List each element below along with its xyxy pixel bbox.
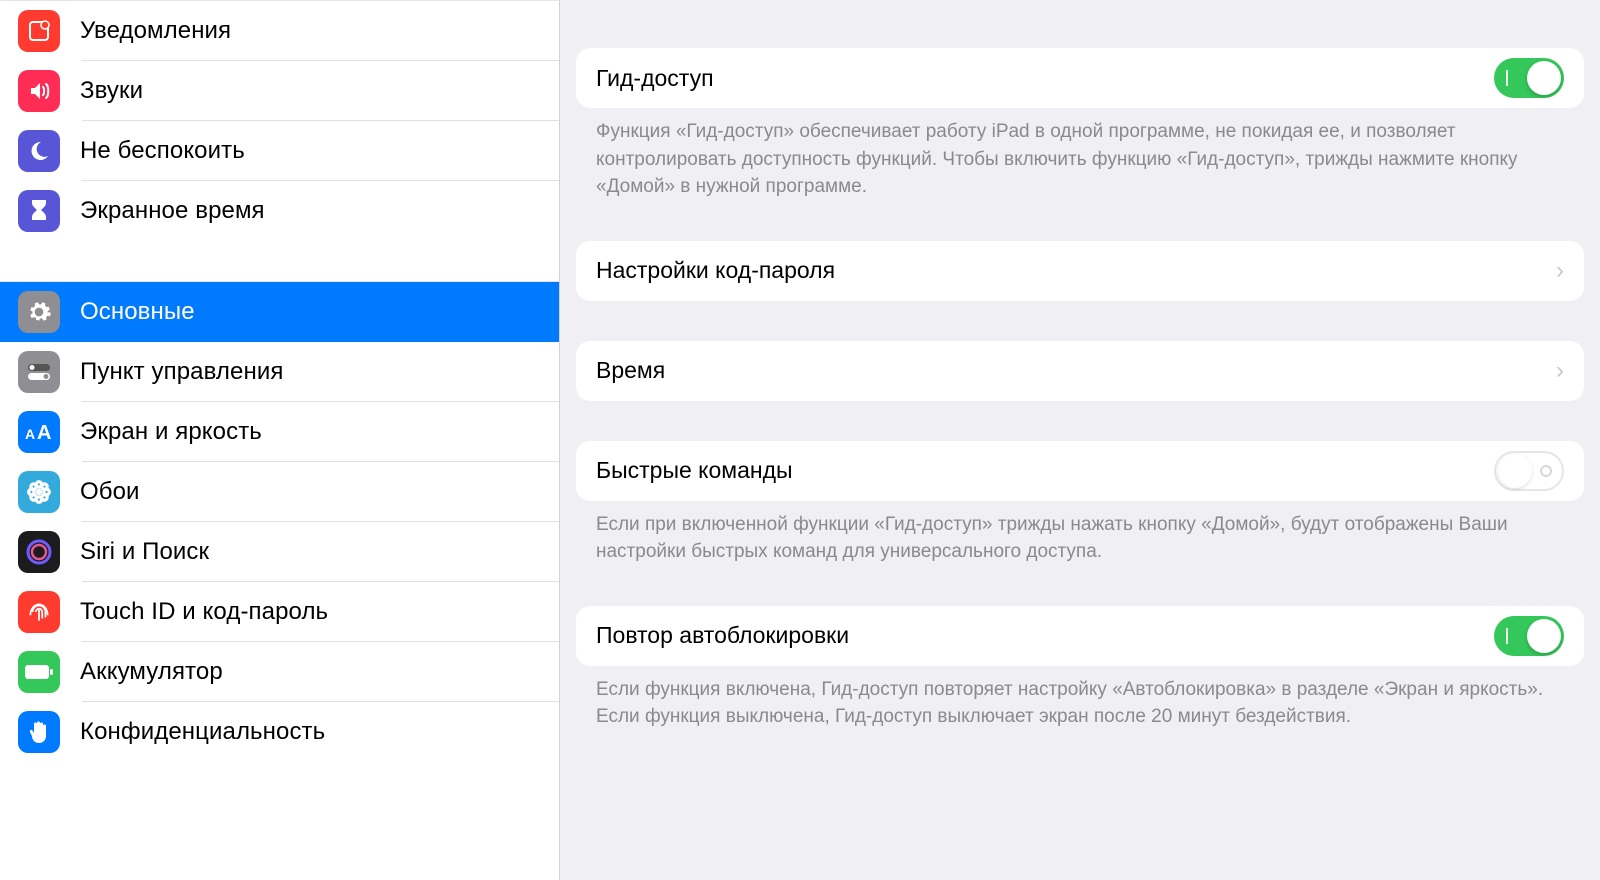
group-time: Время ›	[576, 341, 1584, 401]
row-time-limits[interactable]: Время ›	[576, 341, 1584, 401]
sidebar-item-label: Обои	[80, 478, 140, 506]
row-mirror-autolock[interactable]: Повтор автоблокировки	[576, 606, 1584, 666]
chevron-right-icon: ›	[1556, 357, 1564, 385]
hand-icon	[18, 711, 60, 753]
toggle-mirror-autolock[interactable]	[1494, 616, 1564, 656]
toggle-accessibility-shortcut[interactable]	[1494, 451, 1564, 491]
sounds-icon	[18, 70, 60, 112]
row-label: Быстрые команды	[596, 457, 1494, 484]
row-label: Настройки код-пароля	[596, 257, 1556, 284]
svg-text:A: A	[37, 422, 51, 442]
sidebar-item-label: Основные	[80, 298, 195, 326]
sidebar-item-label: Звуки	[80, 77, 143, 105]
row-accessibility-shortcut[interactable]: Быстрые команды	[576, 441, 1584, 501]
sidebar-item-label: Не беспокоить	[80, 137, 245, 165]
sidebar-item-display[interactable]: AA Экран и яркость	[0, 402, 559, 462]
svg-text:A: A	[25, 426, 35, 442]
fingerprint-icon	[18, 591, 60, 633]
sidebar-item-dnd[interactable]: Не беспокоить	[0, 121, 559, 181]
gear-icon	[18, 291, 60, 333]
toggles-icon	[18, 351, 60, 393]
sidebar-group-1: Уведомления Звуки Не беспокоить Экранное…	[0, 0, 559, 241]
sidebar-item-label: Экранное время	[80, 197, 265, 225]
sidebar-item-label: Пункт управления	[80, 358, 283, 386]
group-passcode: Настройки код-пароля ›	[576, 241, 1584, 301]
group-autolock: Повтор автоблокировки	[576, 606, 1584, 666]
row-passcode-settings[interactable]: Настройки код-пароля ›	[576, 241, 1584, 301]
sidebar-item-touchid[interactable]: Touch ID и код-пароль	[0, 582, 559, 642]
flower-icon	[18, 471, 60, 513]
row-label: Гид-доступ	[596, 65, 1494, 92]
sidebar-item-battery[interactable]: Аккумулятор	[0, 642, 559, 702]
sidebar-item-control-center[interactable]: Пункт управления	[0, 342, 559, 402]
siri-icon	[18, 531, 60, 573]
sidebar-item-label: Экран и яркость	[80, 418, 262, 446]
row-label: Повтор автоблокировки	[596, 622, 1494, 649]
toggle-guided-access[interactable]	[1494, 58, 1564, 98]
group-guided-access: Гид-доступ	[576, 48, 1584, 108]
sidebar-item-notifications[interactable]: Уведомления	[0, 1, 559, 61]
footer-guided-access: Функция «Гид-доступ» обеспечивает работу…	[596, 118, 1564, 201]
sidebar-item-label: Конфиденциальность	[80, 718, 325, 746]
footer-autolock: Если функция включена, Гид-доступ повтор…	[596, 676, 1564, 731]
settings-sidebar: Уведомления Звуки Не беспокоить Экранное…	[0, 0, 560, 880]
chevron-right-icon: ›	[1556, 257, 1564, 285]
sidebar-item-wallpaper[interactable]: Обои	[0, 462, 559, 522]
group-shortcuts: Быстрые команды	[576, 441, 1584, 501]
sidebar-item-screentime[interactable]: Экранное время	[0, 181, 559, 241]
sidebar-item-label: Touch ID и код-пароль	[80, 598, 328, 626]
sidebar-item-label: Siri и Поиск	[80, 538, 209, 566]
text-size-icon: AA	[18, 411, 60, 453]
battery-icon	[18, 651, 60, 693]
moon-icon	[18, 130, 60, 172]
sidebar-group-2: Основные Пункт управления AA Экран и ярк…	[0, 281, 559, 762]
row-label: Время	[596, 357, 1556, 384]
settings-detail-pane: Гид-доступ Функция «Гид-доступ» обеспечи…	[560, 0, 1600, 880]
sidebar-item-sounds[interactable]: Звуки	[0, 61, 559, 121]
sidebar-item-label: Аккумулятор	[80, 658, 223, 686]
sidebar-item-siri[interactable]: Siri и Поиск	[0, 522, 559, 582]
footer-shortcuts: Если при включенной функции «Гид-доступ»…	[596, 511, 1564, 566]
sidebar-item-label: Уведомления	[80, 17, 231, 45]
sidebar-item-privacy[interactable]: Конфиденциальность	[0, 702, 559, 762]
notifications-icon	[18, 10, 60, 52]
sidebar-item-general[interactable]: Основные	[0, 282, 559, 342]
hourglass-icon	[18, 190, 60, 232]
row-guided-access[interactable]: Гид-доступ	[576, 48, 1584, 108]
